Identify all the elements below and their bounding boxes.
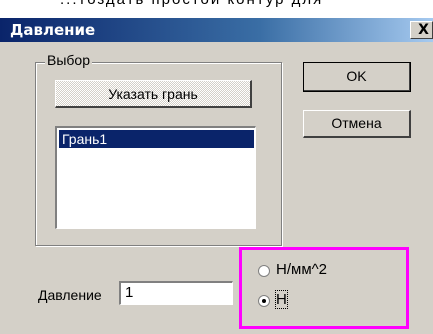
- groupbox-label: Выбор: [45, 52, 92, 68]
- background-document-strip: ...тоздать простой контур для: [0, 0, 433, 18]
- pressure-label: Давление: [38, 287, 102, 303]
- unit-radio-n[interactable]: [258, 295, 270, 307]
- ok-button[interactable]: OK: [303, 62, 411, 92]
- unit-label-n-mm2[interactable]: Н/мм^2: [276, 261, 327, 278]
- unit-label-n[interactable]: Н: [275, 290, 288, 309]
- pressure-input[interactable]: 1: [119, 281, 233, 305]
- close-button[interactable]: X: [410, 21, 433, 39]
- select-face-button[interactable]: Указать грань: [55, 80, 252, 108]
- window-title: Давление: [10, 21, 96, 39]
- faces-listbox[interactable]: Грань1: [55, 126, 256, 229]
- background-text: ...тоздать простой контур для: [60, 0, 323, 8]
- title-bar: Давление X: [0, 18, 433, 42]
- list-item[interactable]: Грань1: [59, 130, 254, 148]
- cancel-button[interactable]: Отмена: [303, 110, 411, 138]
- pressure-label-rest: авление: [47, 287, 102, 303]
- highlight-box: [239, 247, 409, 329]
- unit-radio-n-mm2[interactable]: [258, 265, 270, 277]
